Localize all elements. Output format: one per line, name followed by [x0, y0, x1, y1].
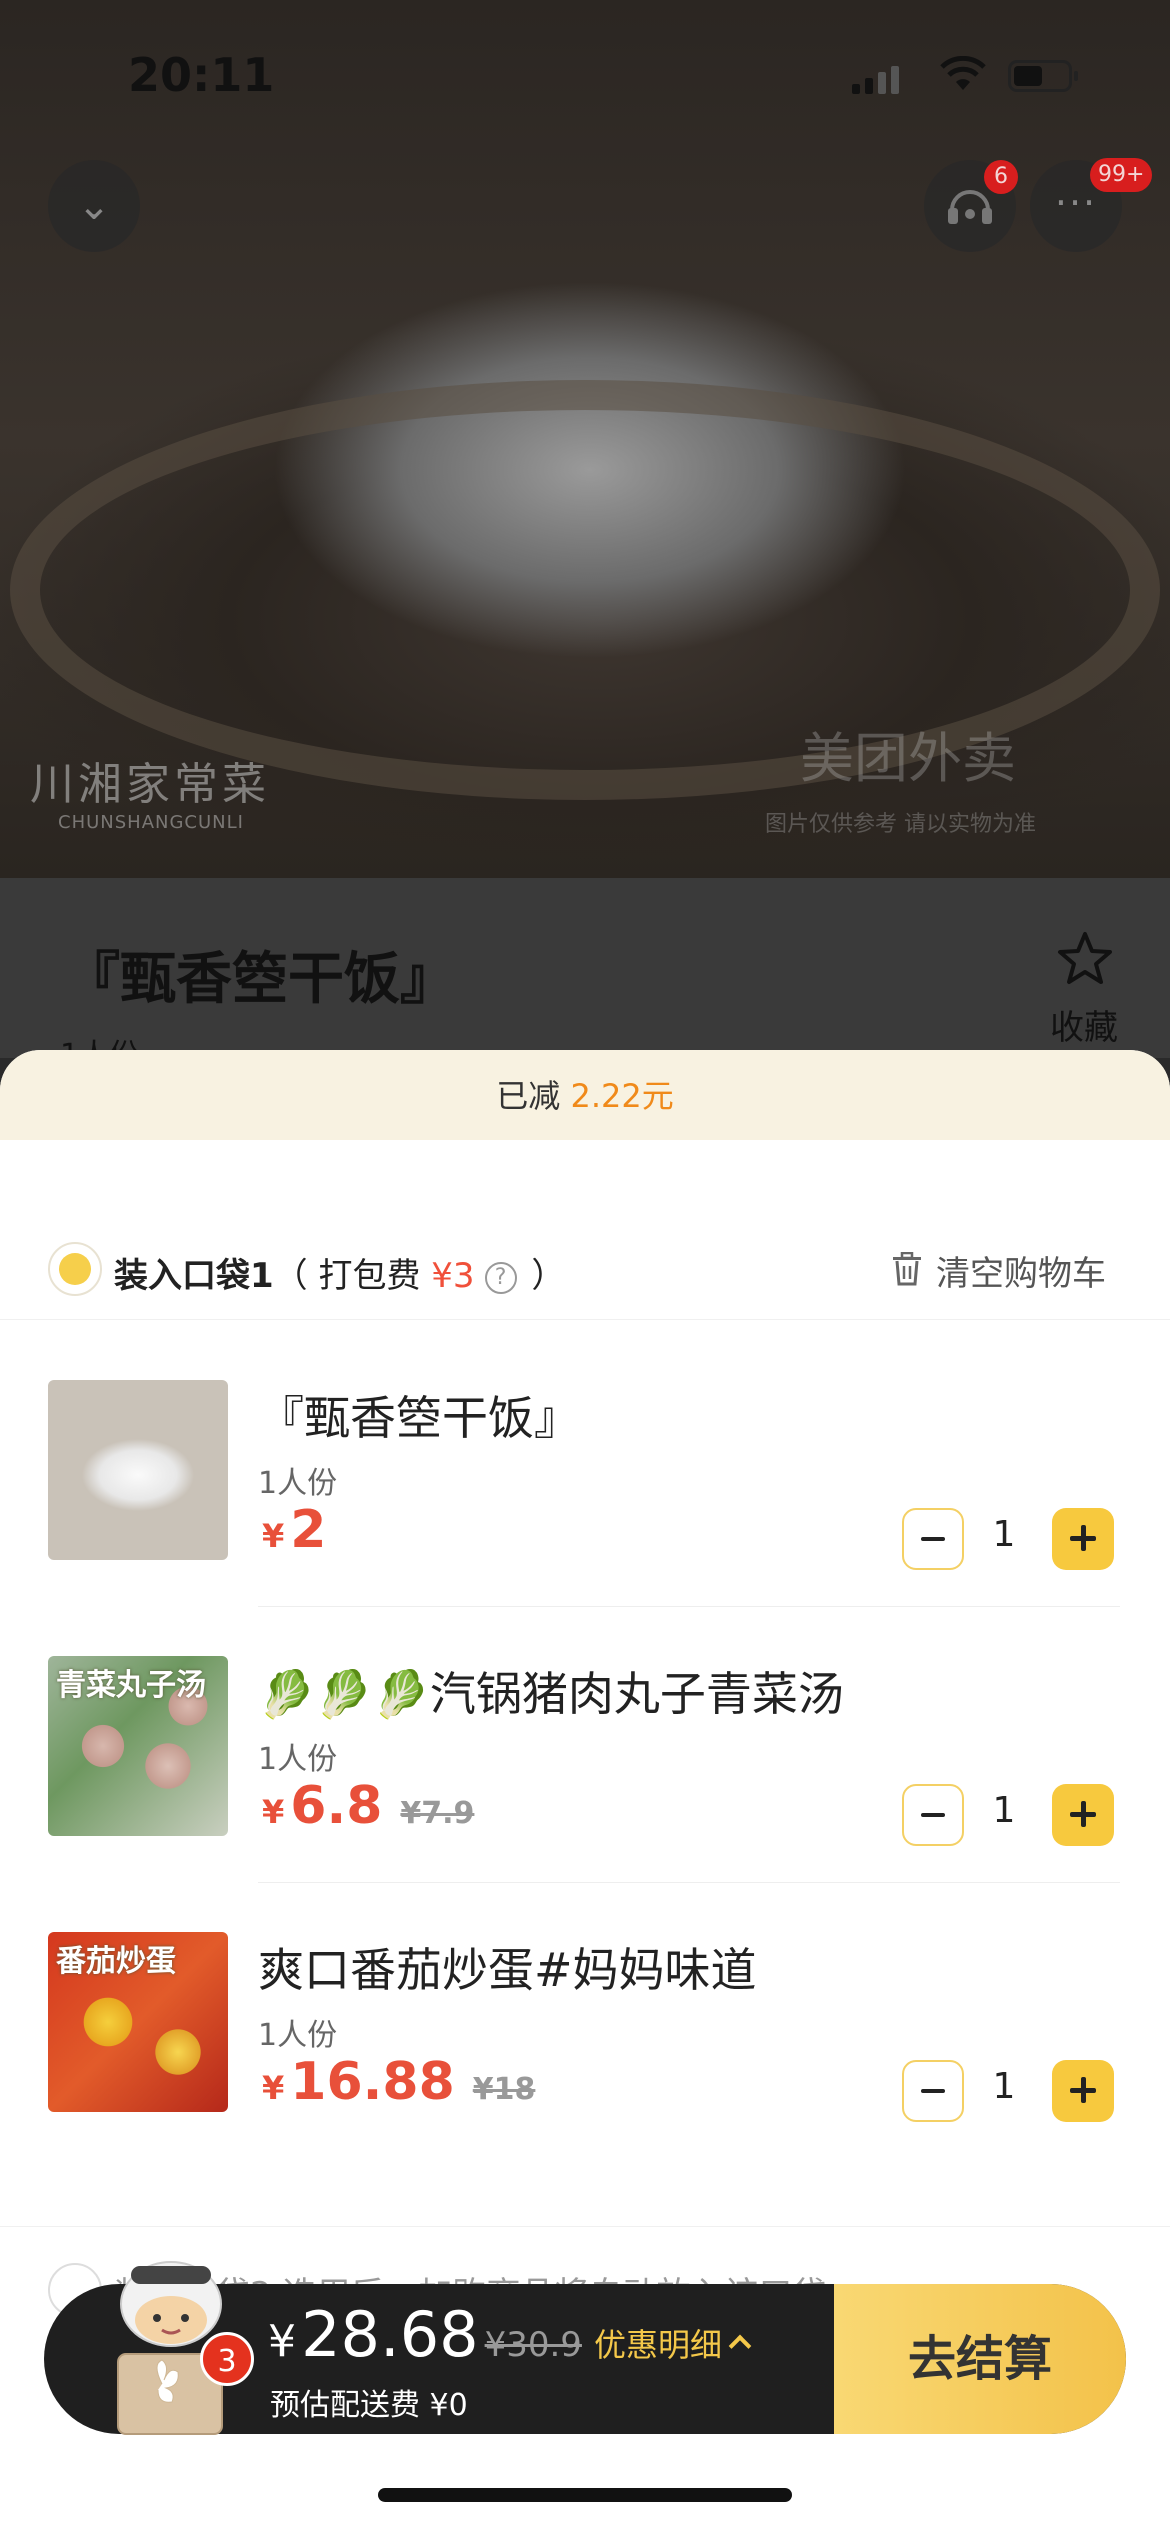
discount-amount: 2.22元 [570, 1077, 674, 1115]
item-quantity: 1 [992, 1790, 1016, 1831]
pocket-1-radio[interactable] [48, 1242, 102, 1296]
item-portion: 1人份 [258, 2018, 338, 2053]
chevron-down-icon: ⌄ [77, 183, 111, 229]
more-icon: ··· [1054, 181, 1098, 225]
help-icon[interactable]: ? [484, 1262, 517, 1294]
platform-watermark-sub: 图片仅供参考 请以实物为准 [765, 812, 1036, 837]
cart-item: 青菜丸子汤 🥬🥬🥬汽锅猪肉丸子青菜汤 1人份 ¥6.8 ¥7.9 1 [0, 1656, 1170, 1932]
increase-quantity-button[interactable] [1052, 1508, 1114, 1570]
status-time: 20:11 [128, 48, 275, 102]
decrease-quantity-button[interactable] [902, 1508, 964, 1570]
restaurant-watermark-sub: CHUNSHANGCUNLI [58, 812, 244, 833]
cart-item: 『甄香箜干饭』 1人份 ¥2 1 [0, 1380, 1170, 1656]
pocket-1-label: 装入口袋1（ 打包费 ¥3? ） [114, 1248, 565, 1297]
star-icon[interactable] [1056, 930, 1114, 988]
platform-watermark: 美团外卖 [800, 727, 1016, 790]
item-price: ¥2 [262, 1500, 326, 1560]
total-currency: ¥ [268, 2316, 296, 2367]
chevron-up-icon [728, 2334, 752, 2358]
cart-item: 番茄炒蛋 爽口番茄炒蛋#妈妈味道 1人份 ¥16.88 ¥18 1 [0, 1932, 1170, 2208]
item-price-value: 6.8 [290, 1776, 383, 1836]
home-indicator[interactable] [378, 2488, 792, 2502]
image-caption: 番茄炒蛋 [56, 1944, 176, 1979]
decrease-quantity-button[interactable] [902, 2060, 964, 2122]
packing-fee: ¥3 [431, 1256, 475, 1296]
favorite-label[interactable]: 收藏 [1050, 1000, 1118, 1049]
discount-prefix: 已减 [496, 1077, 561, 1115]
cart-total: ¥ 28.68 ¥30.9 优惠明细 [268, 2298, 752, 2371]
item-divider [258, 1882, 1120, 1883]
currency-symbol: ¥ [262, 1793, 285, 1831]
item-portion: 1人份 [258, 1466, 338, 1501]
total-original-price: ¥30.9 [484, 2325, 582, 2365]
increase-quantity-button[interactable] [1052, 2060, 1114, 2122]
item-price-value: 16.88 [290, 2052, 455, 2112]
item-price: ¥6.8 ¥7.9 [262, 1776, 474, 1836]
item-divider [258, 1606, 1120, 1607]
pocket-1-title: 装入口袋1 [114, 1256, 274, 1296]
item-image[interactable] [48, 1380, 228, 1560]
delivery-fee: 预估配送费 ¥0 [270, 2388, 468, 2423]
currency-symbol: ¥ [262, 2069, 285, 2107]
item-name: 爽口番茄炒蛋#妈妈味道 [258, 1943, 757, 1997]
item-image[interactable]: 番茄炒蛋 [48, 1932, 228, 2112]
packing-fee-suffix: ） [520, 1256, 566, 1296]
cart-count-badge: 3 [200, 2332, 254, 2386]
increase-quantity-button[interactable] [1052, 1784, 1114, 1846]
item-name: 『甄香箜干饭』 [258, 1391, 580, 1445]
item-original-price: ¥7.9 [400, 1796, 475, 1831]
promo-detail-button[interactable]: 优惠明细 [594, 2326, 722, 2364]
signal-icon [852, 66, 904, 94]
item-quantity: 1 [992, 1514, 1016, 1555]
decrease-quantity-button[interactable] [902, 1784, 964, 1846]
restaurant-watermark: 川湘家常菜 [30, 759, 270, 810]
back-button[interactable]: ⌄ [48, 160, 140, 252]
more-badge: 99+ [1090, 158, 1153, 192]
item-price: ¥16.88 ¥18 [262, 2052, 535, 2112]
clear-cart-button[interactable]: 清空购物车 [936, 1246, 1106, 1295]
checkout-button[interactable]: 去结算 [834, 2284, 1126, 2434]
battery-icon [1008, 60, 1078, 92]
total-price: 28.68 [301, 2298, 479, 2371]
item-portion: 1人份 [258, 1742, 338, 1777]
item-price-value: 2 [290, 1500, 327, 1560]
item-quantity: 1 [992, 2066, 1016, 2107]
wifi-icon [940, 56, 986, 90]
item-image[interactable]: 青菜丸子汤 [48, 1656, 228, 1836]
item-original-price: ¥18 [472, 2072, 536, 2107]
status-bar: 20:11 [0, 0, 1170, 150]
service-badge: 6 [984, 160, 1018, 194]
trash-icon[interactable] [892, 1252, 922, 1286]
packing-fee-prefix: （ 打包费 [273, 1256, 432, 1296]
dish-title: 『甄香箜干饭』 [64, 947, 456, 1012]
discount-bar: 已减 2.22元 [0, 1050, 1170, 1140]
currency-symbol: ¥ [262, 1517, 285, 1555]
pocket-1-row: 装入口袋1（ 打包费 ¥3? ） 清空购物车 [0, 1220, 1170, 1320]
image-caption: 青菜丸子汤 [56, 1668, 206, 1703]
item-name: 🥬🥬🥬汽锅猪肉丸子青菜汤 [258, 1667, 844, 1721]
